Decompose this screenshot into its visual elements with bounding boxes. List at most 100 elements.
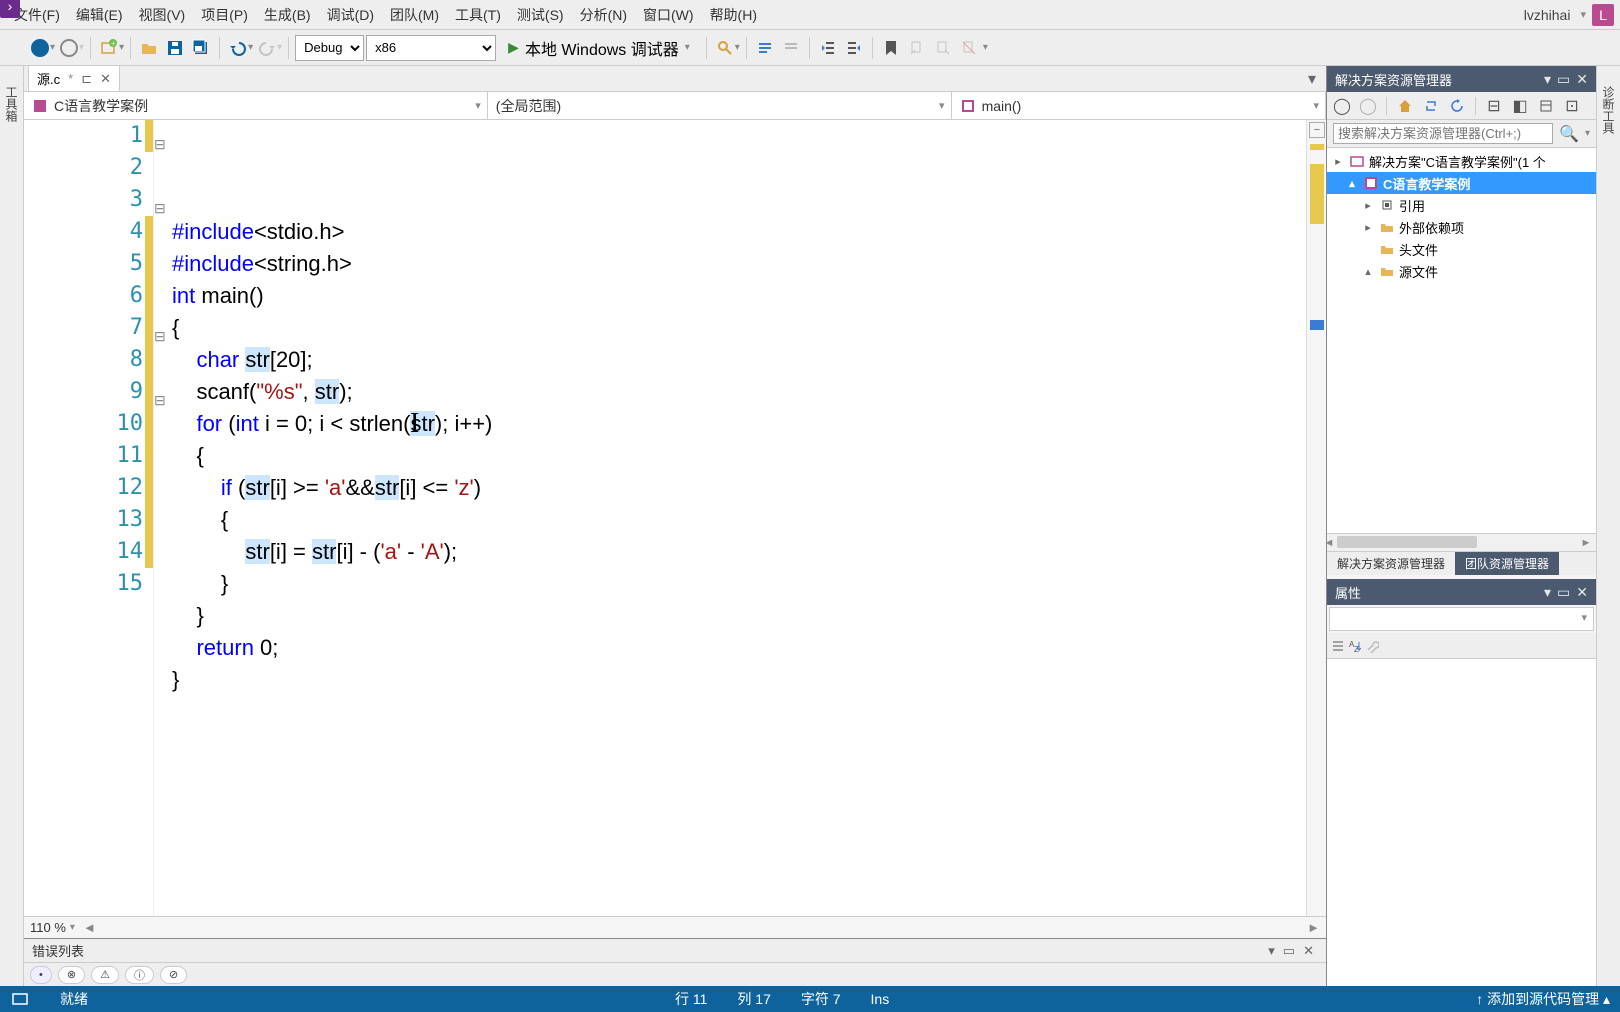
alphabetical-icon[interactable]: AZ — [1347, 639, 1361, 653]
properties-grid[interactable] — [1327, 659, 1596, 986]
menu-window[interactable]: 窗口(W) — [635, 1, 702, 29]
solution-icon — [1349, 153, 1365, 169]
nav-forward-button[interactable] — [57, 35, 81, 61]
home-icon[interactable] — [1394, 95, 1416, 117]
tree-external-deps-node[interactable]: ▸ 外部依赖项 — [1327, 216, 1596, 238]
sync-icon[interactable] — [1420, 95, 1442, 117]
comment-button[interactable] — [753, 35, 777, 61]
solution-explorer-search: 🔍 ▾ — [1327, 120, 1596, 148]
tree-references-node[interactable]: ▸ 引用 — [1327, 194, 1596, 216]
search-icon[interactable]: 🔍 — [1559, 124, 1579, 144]
errorlist-close-button[interactable]: ✕ — [1299, 943, 1318, 959]
status-scm[interactable]: ↑ 添加到源代码管理 ▴ — [1476, 989, 1610, 1009]
filter-pill[interactable]: ⊗ — [58, 966, 85, 984]
solution-tree[interactable]: ▸ 解决方案"C语言教学案例"(1 个 ▴ C语言教学案例 ▸ 引用 ▸ 外部依… — [1327, 148, 1596, 533]
panel-pin-button[interactable]: ▭ — [1557, 71, 1570, 88]
project-combo[interactable]: C语言教学案例 — [24, 92, 488, 119]
open-file-button[interactable] — [137, 35, 161, 61]
wrench-icon[interactable] — [1365, 639, 1379, 653]
diagnostics-tab[interactable]: 诊断工具 — [1600, 86, 1617, 134]
panel-menu-button[interactable]: ▾ — [1544, 584, 1551, 601]
menu-edit[interactable]: 编辑(E) — [68, 1, 131, 29]
solution-explorer-header: 解决方案资源管理器 ▾ ▭ ✕ — [1327, 66, 1596, 92]
toolbox-tab[interactable]: 工具箱 — [3, 86, 20, 122]
start-debug-button[interactable]: ▶ 本地 Windows 调试器 ▾ — [498, 35, 700, 61]
zoom-level[interactable]: 110 % — [30, 920, 66, 935]
scrollbar-overview[interactable]: − — [1306, 120, 1326, 916]
nav-back-icon[interactable]: › — [0, 0, 20, 18]
clear-bookmarks-button[interactable] — [957, 35, 981, 61]
tree-solution-node[interactable]: ▸ 解决方案"C语言教学案例"(1 个 — [1327, 150, 1596, 172]
left-tool-rail[interactable]: 工具箱 — [0, 66, 24, 986]
platform-select[interactable]: x86 — [366, 35, 496, 61]
nav-back-button[interactable] — [28, 35, 52, 61]
menu-view[interactable]: 视图(V) — [131, 1, 194, 29]
save-button[interactable] — [163, 35, 187, 61]
panel-close-button[interactable]: ✕ — [1576, 71, 1588, 88]
panel-menu-button[interactable]: ▾ — [1544, 71, 1551, 88]
team-explorer-tab[interactable]: 团队资源管理器 — [1455, 552, 1559, 575]
categorized-icon[interactable] — [1331, 639, 1345, 653]
prev-bookmark-button[interactable] — [905, 35, 929, 61]
menu-debug[interactable]: 调试(D) — [319, 1, 382, 29]
menu-tools[interactable]: 工具(T) — [447, 1, 509, 29]
menu-project[interactable]: 项目(P) — [193, 1, 256, 29]
error-list-header[interactable]: 错误列表 ▾ ▭ ✕ — [24, 938, 1326, 962]
nav-back-icon[interactable]: ◯ — [1331, 95, 1353, 117]
refresh-icon[interactable] — [1446, 95, 1468, 117]
save-all-button[interactable] — [189, 35, 213, 61]
tree-sources-node[interactable]: ▴ 源文件 — [1327, 260, 1596, 282]
next-bookmark-button[interactable] — [931, 35, 955, 61]
filter-pill[interactable]: • — [30, 966, 52, 984]
panel-close-button[interactable]: ✕ — [1576, 584, 1588, 601]
bookmark-button[interactable] — [879, 35, 903, 61]
nav-fwd-icon[interactable]: ◯ — [1357, 95, 1379, 117]
show-all-icon[interactable]: ◧ — [1509, 95, 1531, 117]
filter-pill[interactable]: ⚠ — [91, 966, 119, 984]
preview-icon[interactable]: ⊡ — [1561, 95, 1583, 117]
tab-menu-button[interactable]: ▾ — [1302, 67, 1322, 91]
menu-team[interactable]: 团队(M) — [382, 1, 447, 29]
function-icon — [960, 98, 976, 114]
explorer-tabs: 解决方案资源管理器 团队资源管理器 — [1327, 551, 1596, 575]
uncomment-button[interactable] — [779, 35, 803, 61]
scope-combo[interactable]: (全局范围) — [488, 92, 952, 119]
right-tool-rail[interactable]: 诊断工具 — [1596, 66, 1620, 986]
menu-build[interactable]: 生成(B) — [256, 1, 319, 29]
panel-pin-button[interactable]: ▭ — [1557, 584, 1570, 601]
properties-object-combo[interactable] — [1329, 607, 1594, 631]
find-button[interactable] — [713, 35, 737, 61]
new-project-button[interactable]: + — [97, 35, 121, 61]
function-combo[interactable]: main() — [952, 92, 1326, 119]
indent-left-button[interactable] — [816, 35, 840, 61]
solution-search-input[interactable] — [1333, 123, 1553, 144]
redo-button[interactable] — [255, 35, 279, 61]
tree-hscroll[interactable]: ◄► — [1327, 533, 1596, 551]
file-tab[interactable]: 源.c * ⊏ ✕ — [28, 65, 120, 91]
solution-explorer-tab[interactable]: 解决方案资源管理器 — [1327, 552, 1455, 575]
code-editor[interactable]: I ⊟#include<stdio.h>#include<string.h>⊟i… — [154, 120, 1306, 916]
collapse-icon[interactable]: ⊟ — [1483, 95, 1505, 117]
filter-pill[interactable]: ⊘ — [160, 966, 187, 984]
errorlist-pin-button[interactable]: ▭ — [1279, 943, 1299, 959]
menu-test[interactable]: 测试(S) — [509, 1, 572, 29]
status-char: 字符 7 — [801, 989, 841, 1009]
solution-explorer-toolbar: ◯ ◯ ⊟ ◧ ⊡ — [1327, 92, 1596, 120]
indent-right-button[interactable] — [842, 35, 866, 61]
user-avatar[interactable]: L — [1592, 4, 1614, 26]
pin-icon[interactable]: ⊏ — [81, 71, 92, 87]
undo-button[interactable] — [226, 35, 250, 61]
tree-project-node[interactable]: ▴ C语言教学案例 — [1327, 172, 1596, 194]
menu-analyze[interactable]: 分析(N) — [572, 1, 635, 29]
tree-headers-node[interactable]: 头文件 — [1327, 238, 1596, 260]
menu-help[interactable]: 帮助(H) — [702, 1, 765, 29]
folder-icon — [1379, 241, 1395, 257]
main-toolbar: › ▾ ▾ + ▾ ▾ ▾ Debug x86 ▶ 本地 Windows 调试器… — [0, 30, 1620, 66]
filter-pill[interactable]: ⓘ — [125, 966, 154, 984]
close-icon[interactable]: ✕ — [100, 71, 111, 87]
config-select[interactable]: Debug — [295, 35, 364, 61]
user-name[interactable]: lvzhihai — [1514, 7, 1581, 23]
properties-icon[interactable] — [1535, 95, 1557, 117]
errorlist-menu-button[interactable]: ▾ — [1264, 943, 1279, 959]
text-cursor-icon: I — [410, 408, 419, 440]
